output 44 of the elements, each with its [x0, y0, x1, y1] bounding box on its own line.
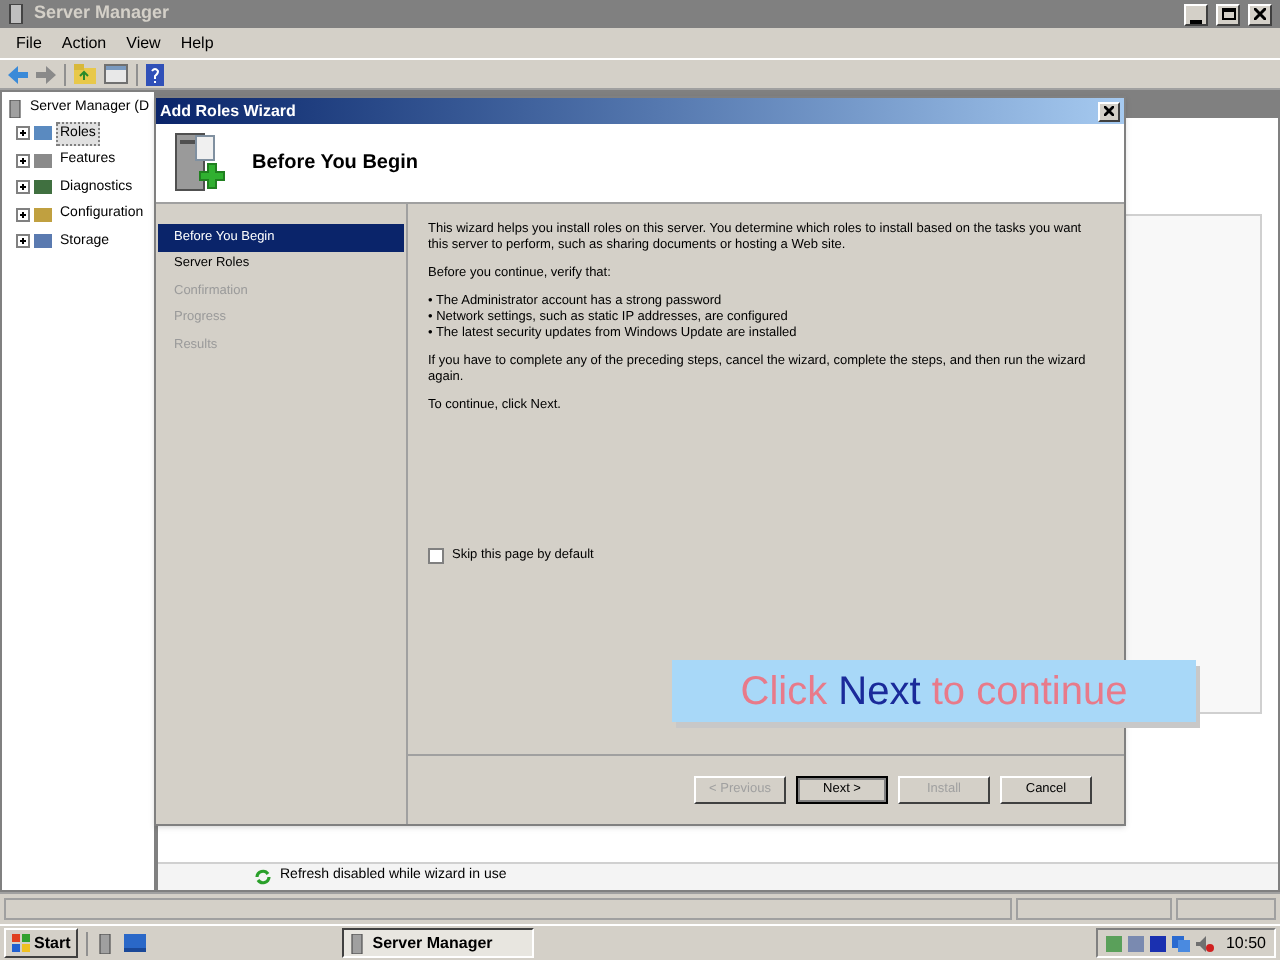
- close-button[interactable]: [1098, 101, 1120, 121]
- monitor-icon[interactable]: [1149, 935, 1166, 951]
- server-icon: [8, 99, 26, 118]
- server-add-icon: [172, 129, 228, 197]
- minimize-icon: [1190, 19, 1202, 23]
- minimize-button[interactable]: [1184, 3, 1208, 25]
- expand-icon[interactable]: [16, 207, 30, 222]
- help-icon[interactable]: [146, 63, 164, 85]
- refresh-icon: [254, 868, 272, 886]
- windows-logo-icon: [12, 934, 30, 952]
- node-icon: [34, 124, 52, 143]
- network-icon[interactable]: [1171, 935, 1190, 951]
- close-icon: [1254, 8, 1266, 20]
- expand-icon[interactable]: [16, 234, 30, 249]
- menu-item[interactable]: Action: [61, 31, 107, 55]
- server-icon: [8, 4, 26, 24]
- start-button[interactable]: Start: [4, 928, 79, 958]
- expand-icon[interactable]: [16, 180, 30, 195]
- node-icon: [34, 178, 52, 197]
- server-icon: [350, 933, 367, 953]
- server-icon[interactable]: [96, 933, 117, 953]
- close-icon: [1104, 106, 1114, 116]
- taskbar-button[interactable]: Server Manager: [342, 928, 535, 958]
- menu-item[interactable]: View: [126, 31, 161, 55]
- expand-icon[interactable]: [16, 153, 30, 168]
- menu-item[interactable]: Help: [180, 31, 214, 55]
- node-icon: [34, 151, 52, 170]
- console-icon[interactable]: [104, 64, 128, 84]
- expand-icon[interactable]: [16, 126, 30, 141]
- dialog-title: Add Roles Wizard: [160, 99, 298, 123]
- maximize-icon: [1221, 8, 1235, 20]
- node-icon: [34, 232, 52, 251]
- speaker-icon[interactable]: [1195, 935, 1214, 951]
- node-icon: [34, 205, 52, 224]
- window-title: Server Manager: [34, 0, 172, 27]
- menu-item[interactable]: File: [16, 31, 42, 55]
- maximize-button[interactable]: [1216, 3, 1240, 25]
- skip-checkbox[interactable]: [428, 548, 444, 564]
- folder-icon[interactable]: [74, 64, 96, 84]
- caption-text: Click Next to continue: [740, 667, 1128, 717]
- dialog-heading: Before You Begin: [252, 150, 418, 178]
- desktop-icon[interactable]: [124, 934, 147, 952]
- clock: 10:50: [1225, 931, 1266, 955]
- close-button[interactable]: [1248, 3, 1272, 25]
